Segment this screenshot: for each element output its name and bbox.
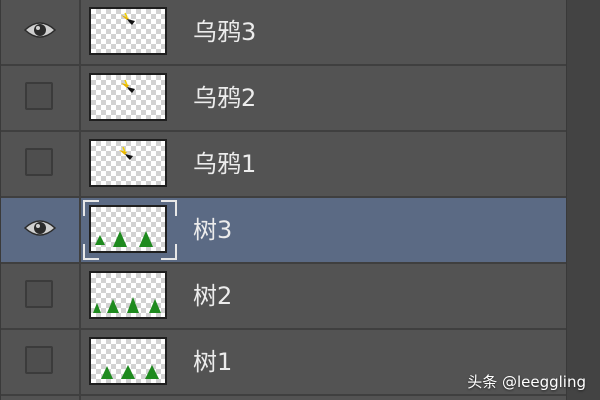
visibility-toggle-box[interactable]	[25, 346, 53, 374]
trees-thumbnail-icon	[101, 365, 159, 379]
crow-thumbnail-icon	[121, 79, 135, 93]
visibility-cell[interactable]	[1, 198, 81, 262]
crow-thumbnail-icon	[119, 146, 133, 160]
layer-name[interactable]: 树3	[193, 212, 232, 248]
trees-thumbnail-icon	[93, 297, 161, 313]
layers-panel: 乌鸦3 乌鸦2 乌鸦1 树3 树2 树1	[0, 0, 567, 400]
layer-name[interactable]: 乌鸦3	[193, 14, 256, 50]
layer-row-tree-3[interactable]: 树3	[1, 198, 567, 264]
layer-thumbnail[interactable]	[89, 139, 167, 187]
visibility-cell[interactable]	[1, 264, 81, 328]
layer-thumbnail[interactable]	[89, 271, 167, 319]
visibility-cell[interactable]	[1, 0, 81, 64]
visibility-cell[interactable]	[1, 330, 81, 394]
layer-name[interactable]: 乌鸦1	[193, 146, 256, 182]
visibility-toggle-box[interactable]	[25, 148, 53, 176]
eye-icon[interactable]	[23, 17, 57, 43]
layer-name[interactable]: 乌鸦2	[193, 80, 256, 116]
layer-row-crow-3[interactable]: 乌鸦3	[1, 0, 567, 66]
layer-name[interactable]: 树1	[193, 344, 232, 380]
layer-row-crow-1[interactable]: 乌鸦1	[1, 132, 567, 198]
panel-scrollbar[interactable]	[566, 0, 600, 400]
eye-icon[interactable]	[23, 215, 57, 241]
visibility-cell[interactable]	[1, 66, 81, 130]
layer-row-crow-2[interactable]: 乌鸦2	[1, 66, 567, 132]
layer-name[interactable]: 树2	[193, 278, 232, 314]
crow-thumbnail-icon	[121, 12, 135, 25]
layer-row-tree-2[interactable]: 树2	[1, 264, 567, 330]
layer-row-partial	[1, 396, 567, 400]
layer-thumbnail[interactable]	[89, 7, 167, 55]
visibility-cell	[1, 396, 81, 400]
visibility-toggle-box[interactable]	[25, 82, 53, 110]
watermark-text: 头条 @leeggling	[467, 373, 586, 391]
visibility-cell[interactable]	[1, 132, 81, 196]
layer-thumbnail[interactable]	[89, 205, 167, 253]
layer-thumbnail[interactable]	[89, 73, 167, 121]
layer-thumbnail[interactable]	[89, 337, 167, 385]
visibility-toggle-box[interactable]	[25, 280, 53, 308]
trees-thumbnail-icon	[95, 231, 153, 247]
